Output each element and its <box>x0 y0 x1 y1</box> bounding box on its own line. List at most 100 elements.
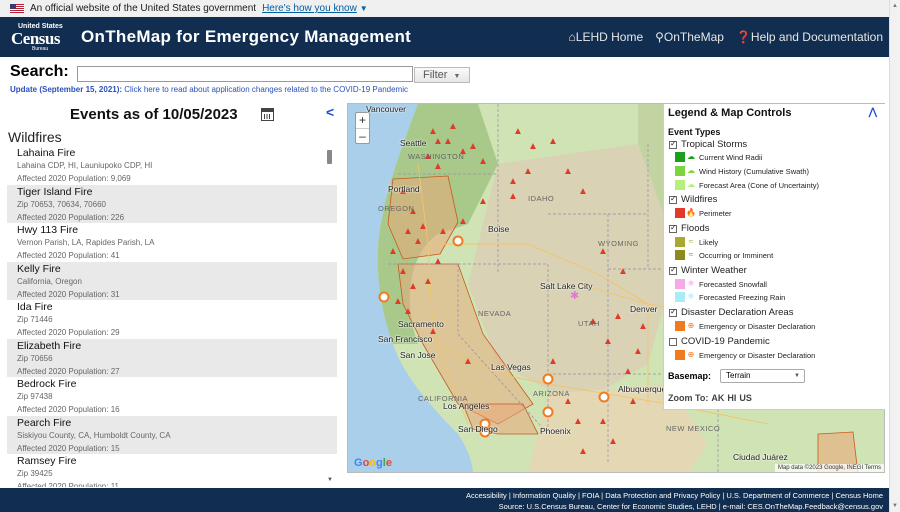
zoom-in-button[interactable]: + <box>356 113 369 128</box>
wildfire-marker[interactable]: ▲ <box>458 216 468 227</box>
wildfire-marker[interactable]: ▲ <box>523 166 533 177</box>
wildfire-marker[interactable]: ▲ <box>403 306 413 317</box>
wildfire-marker[interactable]: ▲ <box>598 416 608 427</box>
search-input[interactable] <box>77 66 413 82</box>
wildfire-marker[interactable]: ▲ <box>408 281 418 292</box>
wildfire-marker[interactable]: ▲ <box>443 136 453 147</box>
wildfire-marker[interactable]: ▲ <box>628 396 638 407</box>
declaration-marker[interactable] <box>452 235 464 247</box>
footer-link[interactable]: Accessibility <box>466 491 507 500</box>
wildfire-marker[interactable]: ▲ <box>388 246 398 257</box>
event-list-item[interactable]: Kelly Fire California, Oregon Affected 202… <box>7 261 337 300</box>
wildfire-marker[interactable]: ▲ <box>548 136 558 147</box>
wildfire-marker[interactable]: ▲ <box>548 356 558 367</box>
wildfire-marker[interactable]: ▲ <box>463 356 473 367</box>
wildfire-marker[interactable]: ▲ <box>398 266 408 277</box>
events-scrollbar[interactable]: ▼ <box>326 150 334 485</box>
wildfire-marker[interactable]: ▲ <box>638 321 648 332</box>
wildfire-marker[interactable]: ▲ <box>578 446 588 457</box>
wildfire-marker[interactable]: ▲ <box>618 266 628 277</box>
event-list-item[interactable]: Elizabeth Fire Zip 70656 Affected 2020 Pop… <box>7 338 337 377</box>
nav-onthemap[interactable]: ⚲OnTheMap <box>655 30 724 44</box>
legend-group[interactable]: Disaster Declaration Areas <box>669 307 793 318</box>
declaration-marker[interactable] <box>378 291 390 303</box>
wildfire-marker[interactable]: ▲ <box>528 141 538 152</box>
how-you-know-link[interactable]: Here's how you know <box>262 3 357 14</box>
checkbox[interactable] <box>669 337 677 346</box>
scroll-up-icon[interactable]: ▲ <box>892 3 898 9</box>
event-list-item[interactable]: Tiger Island Fire Zip 70653, 70634, 70660… <box>7 184 337 223</box>
wildfire-marker[interactable]: ▲ <box>623 366 633 377</box>
wildfire-marker[interactable]: ▲ <box>403 226 413 237</box>
chevron-down-icon[interactable]: ▼ <box>360 4 368 13</box>
zoom-out-button[interactable]: – <box>356 128 369 143</box>
footer-link[interactable]: Census Home <box>835 491 883 500</box>
calendar-icon[interactable] <box>261 108 274 121</box>
event-name[interactable]: Pearch Fire <box>17 416 337 429</box>
declaration-marker[interactable] <box>542 406 554 418</box>
footer-link[interactable]: Information Quality <box>513 491 576 500</box>
event-name[interactable]: Kelly Fire <box>17 262 337 275</box>
wildfire-marker[interactable]: ▲ <box>433 136 443 147</box>
footer-link[interactable]: FOIA <box>582 491 599 500</box>
snow-marker[interactable]: ✱ <box>570 290 579 302</box>
wildfire-marker[interactable]: ▲ <box>563 166 573 177</box>
update-link[interactable]: Click here to read about application cha… <box>124 85 408 94</box>
event-name[interactable]: Elizabeth Fire <box>17 339 337 352</box>
zoom-to-hi[interactable]: HI <box>727 393 736 403</box>
page-scrollbar[interactable]: ▲ ▼ <box>889 0 900 512</box>
event-list-item[interactable]: Pearch Fire Siskiyou County, CA, Humboldt… <box>7 415 337 454</box>
declaration-marker[interactable] <box>542 373 554 385</box>
event-list-item[interactable]: Ida Fire Zip 71446 Affected 2020 Populatio… <box>7 300 337 339</box>
wildfire-marker[interactable]: ▲ <box>633 346 643 357</box>
event-name[interactable]: Ramsey Fire <box>17 454 337 467</box>
wildfire-marker[interactable]: ▲ <box>393 296 403 307</box>
footer-link[interactable]: U.S. Department of Commerce <box>726 491 829 500</box>
scroll-down-icon[interactable]: ▼ <box>327 477 333 483</box>
nav-lehd-home[interactable]: ⌂LEHD Home <box>569 30 644 44</box>
wildfire-marker[interactable]: ▲ <box>508 176 518 187</box>
collapse-legend-icon[interactable]: ⋀ <box>869 107 877 118</box>
checkbox[interactable] <box>669 223 677 233</box>
wildfire-marker[interactable]: ▲ <box>433 161 443 172</box>
checkbox[interactable] <box>669 265 677 275</box>
census-logo[interactable]: United States Census Bureau <box>10 22 66 52</box>
wildfire-marker[interactable]: ▲ <box>478 196 488 207</box>
event-name[interactable]: Tiger Island Fire <box>17 185 337 198</box>
wildfire-marker[interactable]: ▲ <box>438 226 448 237</box>
wildfire-marker[interactable]: ▲ <box>508 191 518 202</box>
wildfire-marker[interactable]: ▲ <box>448 121 458 132</box>
wildfire-marker[interactable]: ▲ <box>478 156 488 167</box>
legend-group[interactable]: Winter Weather <box>669 265 747 276</box>
map-credits[interactable]: Map data ©2023 Google, INEGI Terms <box>774 464 884 472</box>
wildfire-marker[interactable]: ▲ <box>468 141 478 152</box>
declaration-marker[interactable] <box>598 391 610 403</box>
event-list-item[interactable]: Bedrock Fire Zip 97438 Affected 2020 Popul… <box>7 377 337 416</box>
wildfire-marker[interactable]: ▲ <box>423 276 433 287</box>
filter-dropdown[interactable]: Filter ▼ <box>414 67 470 83</box>
event-name[interactable]: Lahaina Fire <box>17 146 337 159</box>
basemap-select[interactable]: Terrain ▼ <box>720 369 805 383</box>
collapse-panel-icon[interactable]: < <box>326 104 334 120</box>
legend-group[interactable]: COVID-19 Pandemic <box>669 336 770 347</box>
event-name[interactable]: Hwy 113 Fire <box>17 223 337 236</box>
footer-link[interactable]: Data Protection and Privacy Policy <box>605 491 720 500</box>
wildfire-marker[interactable]: ▲ <box>603 336 613 347</box>
legend-group[interactable]: Tropical Storms <box>669 139 747 150</box>
event-name[interactable]: Bedrock Fire <box>17 377 337 390</box>
scroll-thumb[interactable] <box>327 150 332 164</box>
event-list-item[interactable]: Lahaina Fire Lahaina CDP, HI, Launiupoko … <box>7 146 337 185</box>
event-name[interactable]: Ida Fire <box>17 300 337 313</box>
checkbox[interactable] <box>669 194 677 204</box>
scroll-down-icon[interactable]: ▼ <box>892 503 898 509</box>
legend-group[interactable]: Floods <box>669 223 710 234</box>
event-list-item[interactable]: Hwy 113 Fire Vernon Parish, LA, Rapides P… <box>7 223 337 262</box>
wildfire-marker[interactable]: ▲ <box>613 311 623 322</box>
wildfire-marker[interactable]: ▲ <box>608 436 618 447</box>
wildfire-marker[interactable]: ▲ <box>413 236 423 247</box>
checkbox[interactable] <box>669 139 677 149</box>
zoom-to-ak[interactable]: AK <box>711 393 724 403</box>
legend-group[interactable]: Wildfires <box>669 194 717 205</box>
wildfire-marker[interactable]: ▲ <box>513 126 523 137</box>
checkbox[interactable] <box>669 307 677 317</box>
